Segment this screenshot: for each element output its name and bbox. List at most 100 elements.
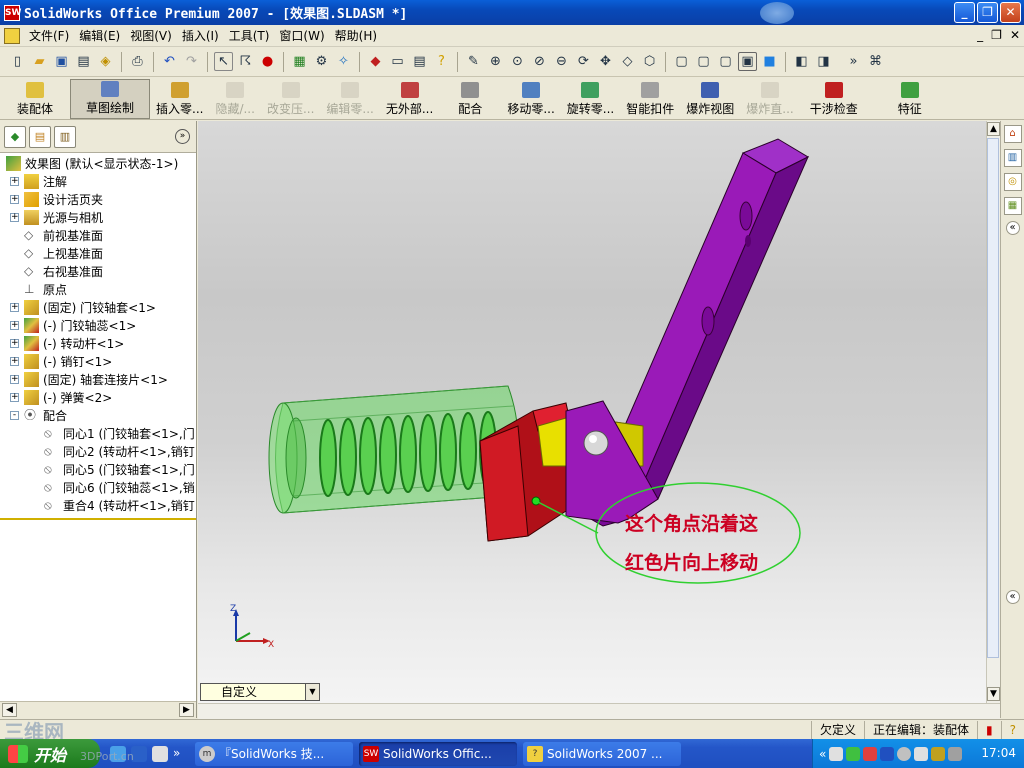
- mate-item[interactable]: ⦸ 同心6 (门铰轴蕊<1>,销: [0, 478, 196, 496]
- status-help-icon[interactable]: ?: [1000, 720, 1024, 739]
- property-manager-tab[interactable]: ▤: [29, 125, 51, 148]
- zoom-selection-icon[interactable]: ⊖: [552, 52, 571, 71]
- tree-item[interactable]: ◇ 上视基准面: [0, 244, 196, 262]
- window-tile-icon[interactable]: ▭: [388, 52, 407, 71]
- cmd-change-suppression[interactable]: 改变压...: [261, 79, 320, 119]
- taskbar-item-solidworks[interactable]: SW SolidWorks Offic...: [359, 741, 517, 766]
- expand-icon[interactable]: +: [10, 302, 19, 312]
- cmd-smart-fasteners[interactable]: 智能扣件: [620, 79, 680, 119]
- design-library-icon[interactable]: ▥: [1003, 149, 1022, 167]
- menu-view[interactable]: 视图(V): [125, 27, 177, 44]
- pin-head[interactable]: [583, 430, 609, 456]
- ql-qq-icon[interactable]: [152, 745, 168, 762]
- cmd-no-external-refs[interactable]: 无外部...: [380, 79, 439, 119]
- menu-insert[interactable]: 插入(I): [177, 27, 224, 44]
- help-icon[interactable]: ?: [432, 52, 451, 71]
- expand-pane-icon[interactable]: «: [1005, 221, 1020, 235]
- display-pane-icon[interactable]: ◧: [792, 52, 811, 71]
- make-drawing-icon[interactable]: ▤: [74, 52, 93, 71]
- assembly-model[interactable]: Z X: [198, 121, 986, 703]
- menu-window[interactable]: 窗口(W): [274, 27, 329, 44]
- cmd-sketch[interactable]: 草图绘制: [70, 79, 150, 119]
- undo-icon[interactable]: ↶: [160, 52, 179, 71]
- expand-icon[interactable]: +: [10, 338, 19, 348]
- previous-view-icon[interactable]: ◇: [618, 52, 637, 71]
- tree-item[interactable]: + (固定) 轴套连接片<1>: [0, 370, 196, 388]
- home-icon[interactable]: ⌂: [1003, 125, 1022, 143]
- grid-icon[interactable]: ▦: [290, 52, 309, 71]
- tree-item[interactable]: - ⦿ 配合: [0, 406, 196, 424]
- tray-maxthon-icon[interactable]: [897, 746, 912, 761]
- scroll-left-icon[interactable]: ◀: [2, 703, 17, 717]
- mdi-close-button[interactable]: ✕: [1010, 28, 1020, 42]
- menu-edit[interactable]: 编辑(E): [74, 27, 125, 44]
- file-explorer-icon[interactable]: ◎: [1003, 173, 1022, 191]
- zoom-area-icon[interactable]: ⊙: [508, 52, 527, 71]
- open-file-icon[interactable]: ▰: [30, 52, 49, 71]
- tree-item[interactable]: ⊥ 原点: [0, 280, 196, 298]
- traffic-light-icon[interactable]: ●: [258, 52, 277, 71]
- expand-icon[interactable]: +: [10, 374, 19, 384]
- cmd-explode-line[interactable]: 爆炸直...: [740, 79, 799, 119]
- taskbar-item-sw2007[interactable]: ? SolidWorks 2007 ...: [523, 741, 681, 766]
- cmd-rotate-component[interactable]: 旋转零...: [561, 79, 620, 119]
- viewport-hscrollbar[interactable]: [198, 703, 1000, 719]
- mate-item[interactable]: ⦸ 重合4 (转动杆<1>,销钉: [0, 496, 196, 514]
- tray-qq-icon[interactable]: [829, 746, 844, 761]
- section-view-icon[interactable]: ◨: [814, 52, 833, 71]
- tree-item[interactable]: + (-) 弹簧<2>: [0, 388, 196, 406]
- addins-icon[interactable]: ⌘: [866, 52, 885, 71]
- palette-icon[interactable]: ▦: [1003, 197, 1022, 215]
- rotate-view-icon[interactable]: ⟳: [574, 52, 593, 71]
- tray-antivirus-icon[interactable]: [931, 746, 946, 761]
- cmd-edit-component[interactable]: 编辑零...: [320, 79, 379, 119]
- mdi-minimize-button[interactable]: _: [977, 28, 983, 42]
- print-icon[interactable]: ⎙: [128, 52, 147, 71]
- scroll-thumb[interactable]: [987, 138, 999, 658]
- toolbar-overflow-icon[interactable]: »: [844, 52, 863, 71]
- collapse-icon[interactable]: -: [10, 410, 19, 420]
- tray-volume-icon[interactable]: [914, 746, 929, 761]
- chevron-down-icon[interactable]: ▼: [305, 684, 319, 700]
- properties-icon[interactable]: ▤: [410, 52, 429, 71]
- standard-views-icon[interactable]: ⬡: [640, 52, 659, 71]
- hidden-removed-icon[interactable]: ▢: [716, 52, 735, 71]
- tree-item[interactable]: ◇ 前视基准面: [0, 226, 196, 244]
- mdi-restore-button[interactable]: ❐: [991, 28, 1002, 42]
- options-icon[interactable]: ⚙: [312, 52, 331, 71]
- mate-item[interactable]: ⦸ 同心2 (转动杆<1>,销钉: [0, 442, 196, 460]
- zoom-in-out-icon[interactable]: ⊘: [530, 52, 549, 71]
- rebuild-icon[interactable]: ✧: [334, 52, 353, 71]
- menu-help[interactable]: 帮助(H): [330, 27, 382, 44]
- tray-network-icon[interactable]: [846, 746, 861, 761]
- menu-tools[interactable]: 工具(T): [224, 27, 275, 44]
- mate-item[interactable]: ⦸ 同心5 (门铰轴套<1>,门: [0, 460, 196, 478]
- tray-expand-icon[interactable]: «: [819, 747, 826, 761]
- scroll-down-icon[interactable]: ▼: [987, 687, 1000, 701]
- tray-bluetooth-icon[interactable]: [880, 746, 895, 761]
- view-orientation-select[interactable]: 自定义 ▼: [200, 683, 320, 701]
- tray-usb-icon[interactable]: [948, 746, 963, 761]
- expand-icon[interactable]: +: [10, 356, 19, 366]
- cmd-mate[interactable]: 配合: [439, 79, 501, 119]
- tree-item[interactable]: + 设计活页夹: [0, 190, 196, 208]
- graphics-area[interactable]: Z X 这个角点沿着这 红色片向上移动: [198, 121, 986, 703]
- shaded-edges-icon[interactable]: ▣: [738, 52, 757, 71]
- viewport-vscrollbar[interactable]: ▲ ▼: [986, 121, 1000, 703]
- wireframe-icon[interactable]: ▢: [672, 52, 691, 71]
- solidworks-app-icon[interactable]: SW: [4, 4, 21, 21]
- tray-clock[interactable]: 17:04: [981, 746, 1016, 760]
- tree-item[interactable]: + (固定) 门铰轴套<1>: [0, 298, 196, 316]
- scroll-right-icon[interactable]: ▶: [179, 703, 194, 717]
- cmd-insert-component[interactable]: 插入零...: [150, 79, 209, 119]
- ql-expand-icon[interactable]: »: [173, 746, 189, 762]
- solidworks-menu-icon[interactable]: [4, 27, 20, 44]
- spring[interactable]: [319, 411, 497, 497]
- rebuild-status-icon[interactable]: ▮: [977, 720, 1001, 739]
- configuration-manager-tab[interactable]: ▥: [54, 125, 76, 148]
- close-button[interactable]: ✕: [1000, 2, 1021, 23]
- tree-item[interactable]: + 光源与相机: [0, 208, 196, 226]
- pan-icon[interactable]: ✥: [596, 52, 615, 71]
- cmd-interference-detection[interactable]: 干涉检查: [800, 79, 868, 119]
- scroll-up-icon[interactable]: ▲: [987, 122, 1000, 136]
